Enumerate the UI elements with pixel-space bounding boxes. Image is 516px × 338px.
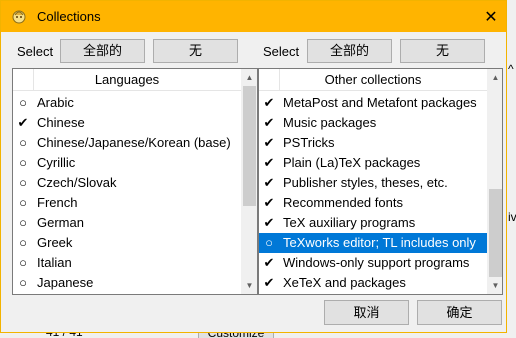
list-item[interactable]: ○ Chinese/Japanese/Korean (base): [13, 133, 241, 153]
list-item[interactable]: ✔ TeX auxiliary programs: [259, 213, 487, 233]
list-item[interactable]: ✔ Windows-only support programs: [259, 253, 487, 273]
close-button[interactable]: ✕: [475, 1, 507, 32]
checkmark-icon[interactable]: ✔: [261, 153, 277, 173]
list-item[interactable]: ○ German: [13, 213, 241, 233]
list-item[interactable]: ○ TeXworks editor; TL includes only: [259, 233, 487, 253]
cancel-button[interactable]: 取消: [324, 300, 409, 325]
list-item-label: Chinese: [37, 115, 85, 130]
list-item[interactable]: ○ Czech/Slovak: [13, 173, 241, 193]
list-item-label: Plain (La)TeX packages: [283, 155, 421, 170]
list-item-label: Cyrillic: [37, 155, 76, 170]
languages-header-label: Languages: [94, 72, 160, 87]
scroll-down-icon[interactable]: ▼: [241, 277, 257, 294]
list-item-label: Greek: [37, 235, 73, 250]
left-select-label: Select: [17, 44, 54, 59]
collections-dialog: Collections ✕ Select 全部的 无 Select 全部的 无 …: [0, 0, 507, 333]
unchecked-circle-icon[interactable]: ○: [15, 193, 31, 213]
scroll-up-icon[interactable]: ▲: [241, 69, 257, 86]
scroll-up-icon[interactable]: ▲: [487, 69, 502, 86]
checkmark-icon[interactable]: ✔: [261, 193, 277, 213]
checkmark-icon[interactable]: ✔: [261, 213, 277, 233]
list-item[interactable]: ✔ XeTeX and packages: [259, 273, 487, 293]
list-item-label: Windows-only support programs: [283, 255, 470, 270]
list-item[interactable]: ✔ Chinese: [13, 113, 241, 133]
list-item-label: French: [37, 195, 78, 210]
list-item-label: Recommended fonts: [283, 195, 403, 210]
background-right-fragment: iv: [508, 210, 516, 224]
scroll-down-icon[interactable]: ▼: [487, 277, 502, 294]
app-icon: [12, 10, 26, 24]
right-select-all-button[interactable]: 全部的: [307, 39, 392, 63]
unchecked-circle-icon[interactable]: ○: [15, 253, 31, 273]
right-select-none-button[interactable]: 无: [400, 39, 485, 63]
list-item-label: Czech/Slovak: [37, 175, 117, 190]
list-item[interactable]: ✔ MetaPost and Metafont packages: [259, 93, 487, 113]
languages-header: Languages: [13, 69, 241, 91]
header-divider: [33, 69, 34, 91]
list-item[interactable]: ○ Arabic: [13, 93, 241, 113]
list-item-label: MetaPost and Metafont packages: [283, 95, 477, 110]
checkmark-icon[interactable]: ✔: [261, 133, 277, 153]
list-item-label: Chinese/Japanese/Korean (base): [37, 135, 231, 150]
unchecked-circle-icon[interactable]: ○: [15, 153, 31, 173]
list-item-label: Music packages: [283, 115, 377, 130]
right-select-label: Select: [263, 44, 300, 59]
list-item[interactable]: ✔ PSTricks: [259, 133, 487, 153]
list-item[interactable]: ✔ Publisher styles, theses, etc.: [259, 173, 487, 193]
list-item-label: TeXworks editor; TL includes only: [283, 235, 476, 250]
checkmark-icon[interactable]: ✔: [15, 113, 31, 133]
list-item[interactable]: ✔ Recommended fonts: [259, 193, 487, 213]
list-item-label: German: [37, 215, 84, 230]
checkmark-icon[interactable]: ✔: [261, 113, 277, 133]
unchecked-circle-icon[interactable]: ○: [261, 233, 277, 253]
list-item[interactable]: ✔ Music packages: [259, 113, 487, 133]
checkmark-icon[interactable]: ✔: [261, 173, 277, 193]
unchecked-circle-icon[interactable]: ○: [15, 213, 31, 233]
languages-list[interactable]: Languages ○ Arabic ✔ Chinese ○ Chinese/Japane…: [12, 68, 258, 295]
unchecked-circle-icon[interactable]: ○: [15, 233, 31, 253]
close-icon: ✕: [484, 8, 498, 26]
checkmark-icon[interactable]: ✔: [261, 93, 277, 113]
unchecked-circle-icon[interactable]: ○: [15, 173, 31, 193]
unchecked-circle-icon[interactable]: ○: [15, 133, 31, 153]
list-item-label: Arabic: [37, 95, 74, 110]
left-select-all-button[interactable]: 全部的: [60, 39, 145, 63]
left-select-none-button[interactable]: 无: [153, 39, 238, 63]
other-collections-list[interactable]: Other collections ✔ MetaPost and Metafont…: [258, 68, 503, 295]
list-item-label: XeTeX and packages: [283, 275, 406, 290]
checkmark-icon[interactable]: ✔: [261, 273, 277, 293]
unchecked-circle-icon[interactable]: ○: [15, 93, 31, 113]
list-item[interactable]: ○ Greek: [13, 233, 241, 253]
ok-button[interactable]: 确定: [417, 300, 502, 325]
list-item[interactable]: ○ French: [13, 193, 241, 213]
list-item-label: TeX auxiliary programs: [283, 215, 416, 230]
list-item-label: PSTricks: [283, 135, 335, 150]
languages-scrollbar[interactable]: ▲ ▼: [241, 69, 257, 294]
other-collections-header-label: Other collections: [324, 72, 422, 87]
list-item-label: Publisher styles, theses, etc.: [283, 175, 448, 190]
list-item[interactable]: ○ Italian: [13, 253, 241, 273]
other-collections-header: Other collections: [259, 69, 487, 91]
header-divider: [279, 69, 280, 91]
other-collections-scroll-thumb[interactable]: [489, 189, 502, 277]
list-item-label: Italian: [37, 255, 72, 270]
list-item-label: Japanese: [37, 275, 94, 290]
list-item[interactable]: ○ Cyrillic: [13, 153, 241, 173]
dialog-title: Collections: [37, 9, 101, 24]
list-item[interactable]: ✔ Plain (La)TeX packages: [259, 153, 487, 173]
unchecked-circle-icon[interactable]: ○: [15, 273, 31, 293]
languages-scroll-thumb[interactable]: [243, 86, 256, 206]
list-item[interactable]: ○ Japanese: [13, 273, 241, 293]
title-bar: Collections ✕: [1, 1, 506, 32]
checkmark-icon[interactable]: ✔: [261, 253, 277, 273]
background-right-fragment-top: ^: [508, 62, 514, 76]
other-collections-scrollbar[interactable]: ▲ ▼: [487, 69, 502, 294]
